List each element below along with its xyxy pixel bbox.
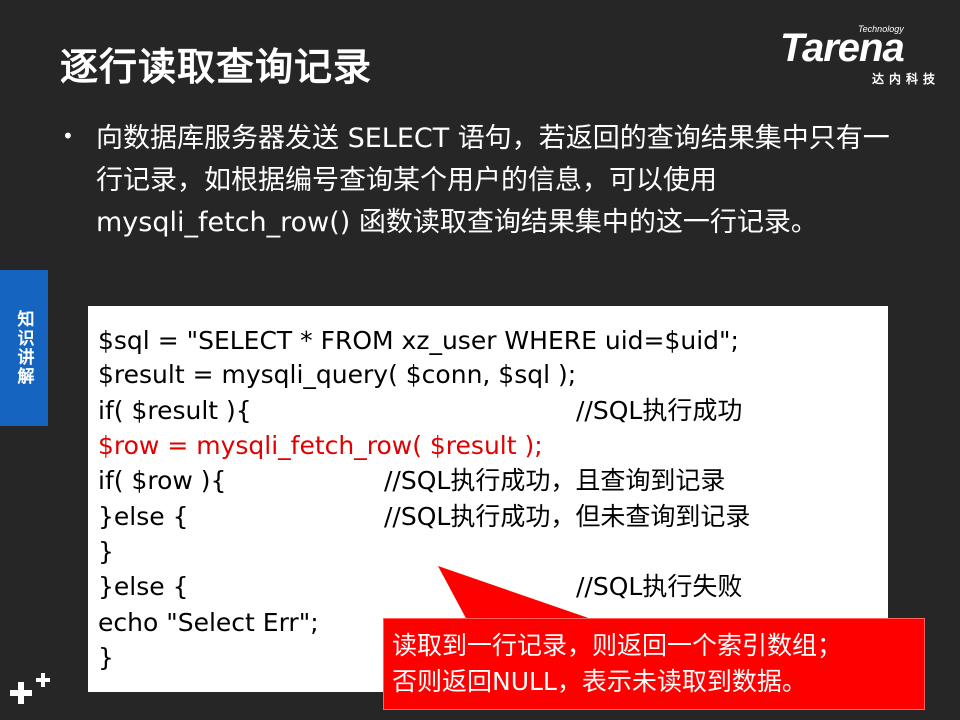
side-tab: 知识讲解 (0, 270, 48, 426)
bullet-marker: • (62, 124, 74, 148)
code-line-highlight: $row = mysqli_fetch_row( $result ); (98, 431, 543, 460)
callout-line: 读取到一行记录，则返回一个索引数组； (392, 631, 843, 660)
code-comment: //SQL执行失败 (576, 572, 743, 601)
code-line: if( $row ){ (98, 466, 227, 495)
callout-line: 否则返回NULL，表示未读取到数据。 (392, 667, 807, 696)
code-line: echo "Select Err"; (98, 608, 319, 637)
side-tab-label: 知识讲解 (13, 310, 34, 386)
code-line: } (98, 643, 114, 672)
code-line: $result = mysqli_query( $conn, $sql ); (98, 360, 577, 389)
code-line: if( $result ){ (98, 396, 252, 425)
tarena-logo: Technology Tarena 达内科技 (780, 24, 950, 86)
bullet-text: 向数据库服务器发送 SELECT 语句，若返回的查询结果集中只有一行记录，如根据… (96, 123, 890, 238)
code-line: }else { (98, 572, 189, 601)
logo-chinese-text: 达内科技 (872, 72, 941, 86)
code-line: } (98, 537, 114, 566)
code-comment: //SQL执行成功，但未查询到记录 (384, 502, 751, 531)
code-line: }else { (98, 502, 189, 531)
code-comment: //SQL执行成功 (576, 396, 743, 425)
slide-title: 逐行读取查询记录 (60, 45, 373, 89)
logo-wordmark: Tarena (780, 26, 905, 70)
callout-box: 读取到一行记录，则返回一个索引数组； 否则返回NULL，表示未读取到数据。 (383, 618, 925, 710)
code-comment: //SQL执行成功，且查询到记录 (384, 466, 726, 495)
plus-icon (10, 673, 50, 704)
code-line: $sql = "SELECT * FROM xz_user WHERE uid=… (98, 326, 739, 355)
